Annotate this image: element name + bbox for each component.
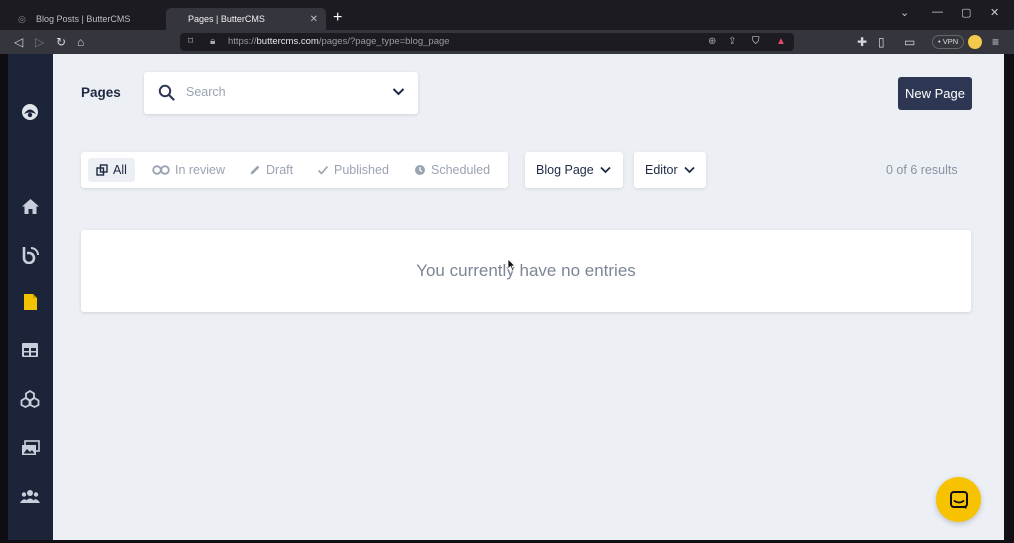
page-title: Pages bbox=[81, 85, 121, 100]
butter-logo-icon[interactable] bbox=[19, 101, 41, 123]
tab-published[interactable]: Published bbox=[309, 158, 397, 182]
new-page-button[interactable]: New Page bbox=[898, 77, 972, 110]
tab-blog-posts[interactable]: ◎ Blog Posts | ButterCMS bbox=[8, 8, 158, 30]
home-icon[interactable]: ⌂ bbox=[77, 33, 84, 51]
background-window-edge bbox=[0, 54, 8, 543]
sidebar-toggle-icon[interactable]: ▯ bbox=[878, 33, 885, 51]
tab-close-icon[interactable]: ✕ bbox=[310, 14, 318, 25]
url-bar[interactable]: ⌑ 🔒︎ https://buttercms.com/pages/?page_t… bbox=[180, 33, 794, 51]
page-icon[interactable] bbox=[19, 291, 41, 313]
wallet-icon[interactable]: ▭ bbox=[904, 33, 915, 51]
close-window-icon[interactable]: ✕ bbox=[990, 6, 999, 19]
blog-icon[interactable] bbox=[19, 243, 41, 265]
reload-icon[interactable]: ↻ bbox=[56, 33, 66, 51]
zoom-icon[interactable]: ⊕ bbox=[708, 33, 716, 51]
share-icon[interactable]: ⇪ bbox=[728, 33, 736, 51]
chevron-down-icon[interactable] bbox=[392, 87, 405, 97]
empty-state-message: You currently have no entries bbox=[416, 261, 636, 280]
tab-all[interactable]: All bbox=[88, 158, 135, 182]
extensions-icon[interactable]: ✚ bbox=[857, 33, 867, 51]
tab-in-review[interactable]: In review bbox=[144, 158, 233, 182]
app-sidebar bbox=[8, 54, 53, 540]
page-type-dropdown[interactable]: Blog Page bbox=[525, 152, 623, 188]
collections-icon[interactable] bbox=[19, 339, 41, 361]
status-filter-tabs: All In review Draft Published Scheduled bbox=[81, 152, 508, 188]
tab-list-chevron-icon[interactable]: ⌄ bbox=[900, 6, 909, 19]
new-tab-plus-icon[interactable]: + bbox=[333, 10, 342, 26]
home-icon[interactable] bbox=[19, 195, 41, 217]
bookmark-icon[interactable]: ⌑ bbox=[188, 33, 193, 51]
copy-icon bbox=[96, 164, 108, 176]
review-icon bbox=[152, 165, 170, 175]
pencil-icon bbox=[250, 165, 260, 175]
chevron-down-icon bbox=[600, 166, 611, 174]
minimize-icon[interactable]: — bbox=[932, 6, 943, 18]
vpn-button[interactable]: • VPN bbox=[932, 35, 965, 49]
editor-dropdown[interactable]: Editor bbox=[634, 152, 706, 188]
url-scheme: https:// bbox=[228, 36, 257, 47]
window-frame-right bbox=[1004, 54, 1014, 543]
main-content: Pages Search New Page All In review Draf… bbox=[53, 54, 1004, 540]
tab-label: In review bbox=[175, 163, 226, 177]
brave-shield-icon[interactable]: ⛉ bbox=[752, 33, 760, 51]
chevron-down-icon bbox=[684, 166, 695, 174]
tab-label: All bbox=[113, 163, 127, 177]
check-icon bbox=[317, 165, 329, 175]
components-icon[interactable] bbox=[19, 388, 41, 410]
tab-label: Published bbox=[334, 163, 389, 177]
maximize-icon[interactable]: ▢ bbox=[961, 6, 971, 19]
url-host: buttercms.com bbox=[256, 36, 319, 47]
users-icon[interactable] bbox=[19, 485, 41, 507]
tab-label: Scheduled bbox=[431, 163, 491, 177]
browser-tab-bar: ◎ Blog Posts | ButterCMS Pages | ButterC… bbox=[0, 0, 1014, 30]
menu-icon[interactable]: ≡ bbox=[992, 33, 999, 51]
tab-label: Blog Posts | ButterCMS bbox=[36, 14, 131, 24]
page-type-label: Blog Page bbox=[536, 163, 594, 177]
empty-state-panel: You currently have no entries bbox=[81, 230, 971, 312]
search-input[interactable]: Search bbox=[144, 72, 418, 114]
results-count: 0 of 6 results bbox=[886, 163, 958, 177]
browser-toolbar: ◁ ▷ ↻ ⌂ ⌑ 🔒︎ https://buttercms.com/pages… bbox=[0, 30, 1014, 54]
media-icon[interactable] bbox=[19, 437, 41, 459]
tab-label: Draft bbox=[266, 163, 294, 177]
forward-icon[interactable]: ▷ bbox=[35, 33, 44, 51]
profile-avatar[interactable] bbox=[968, 35, 982, 49]
search-icon bbox=[158, 84, 175, 101]
chat-launcher-button[interactable] bbox=[936, 477, 981, 522]
clock-icon bbox=[415, 165, 425, 175]
back-icon[interactable]: ◁ bbox=[14, 33, 23, 51]
url-path: /pages/?page_type=blog_page bbox=[318, 36, 450, 47]
search-placeholder: Search bbox=[186, 85, 226, 99]
tab-label: Pages | ButterCMS bbox=[188, 14, 265, 24]
brave-rewards-icon[interactable]: ▲ bbox=[776, 33, 786, 51]
chat-icon bbox=[949, 490, 968, 509]
tab-scheduled[interactable]: Scheduled bbox=[406, 158, 498, 182]
tab-pages[interactable]: Pages | ButterCMS ✕ bbox=[166, 8, 326, 30]
lock-icon: 🔒︎ bbox=[210, 36, 216, 47]
mouse-cursor-icon bbox=[507, 258, 516, 272]
editor-label: Editor bbox=[645, 163, 678, 177]
tab-draft[interactable]: Draft bbox=[241, 158, 301, 182]
tab-favicon-icon: ◎ bbox=[18, 14, 26, 24]
